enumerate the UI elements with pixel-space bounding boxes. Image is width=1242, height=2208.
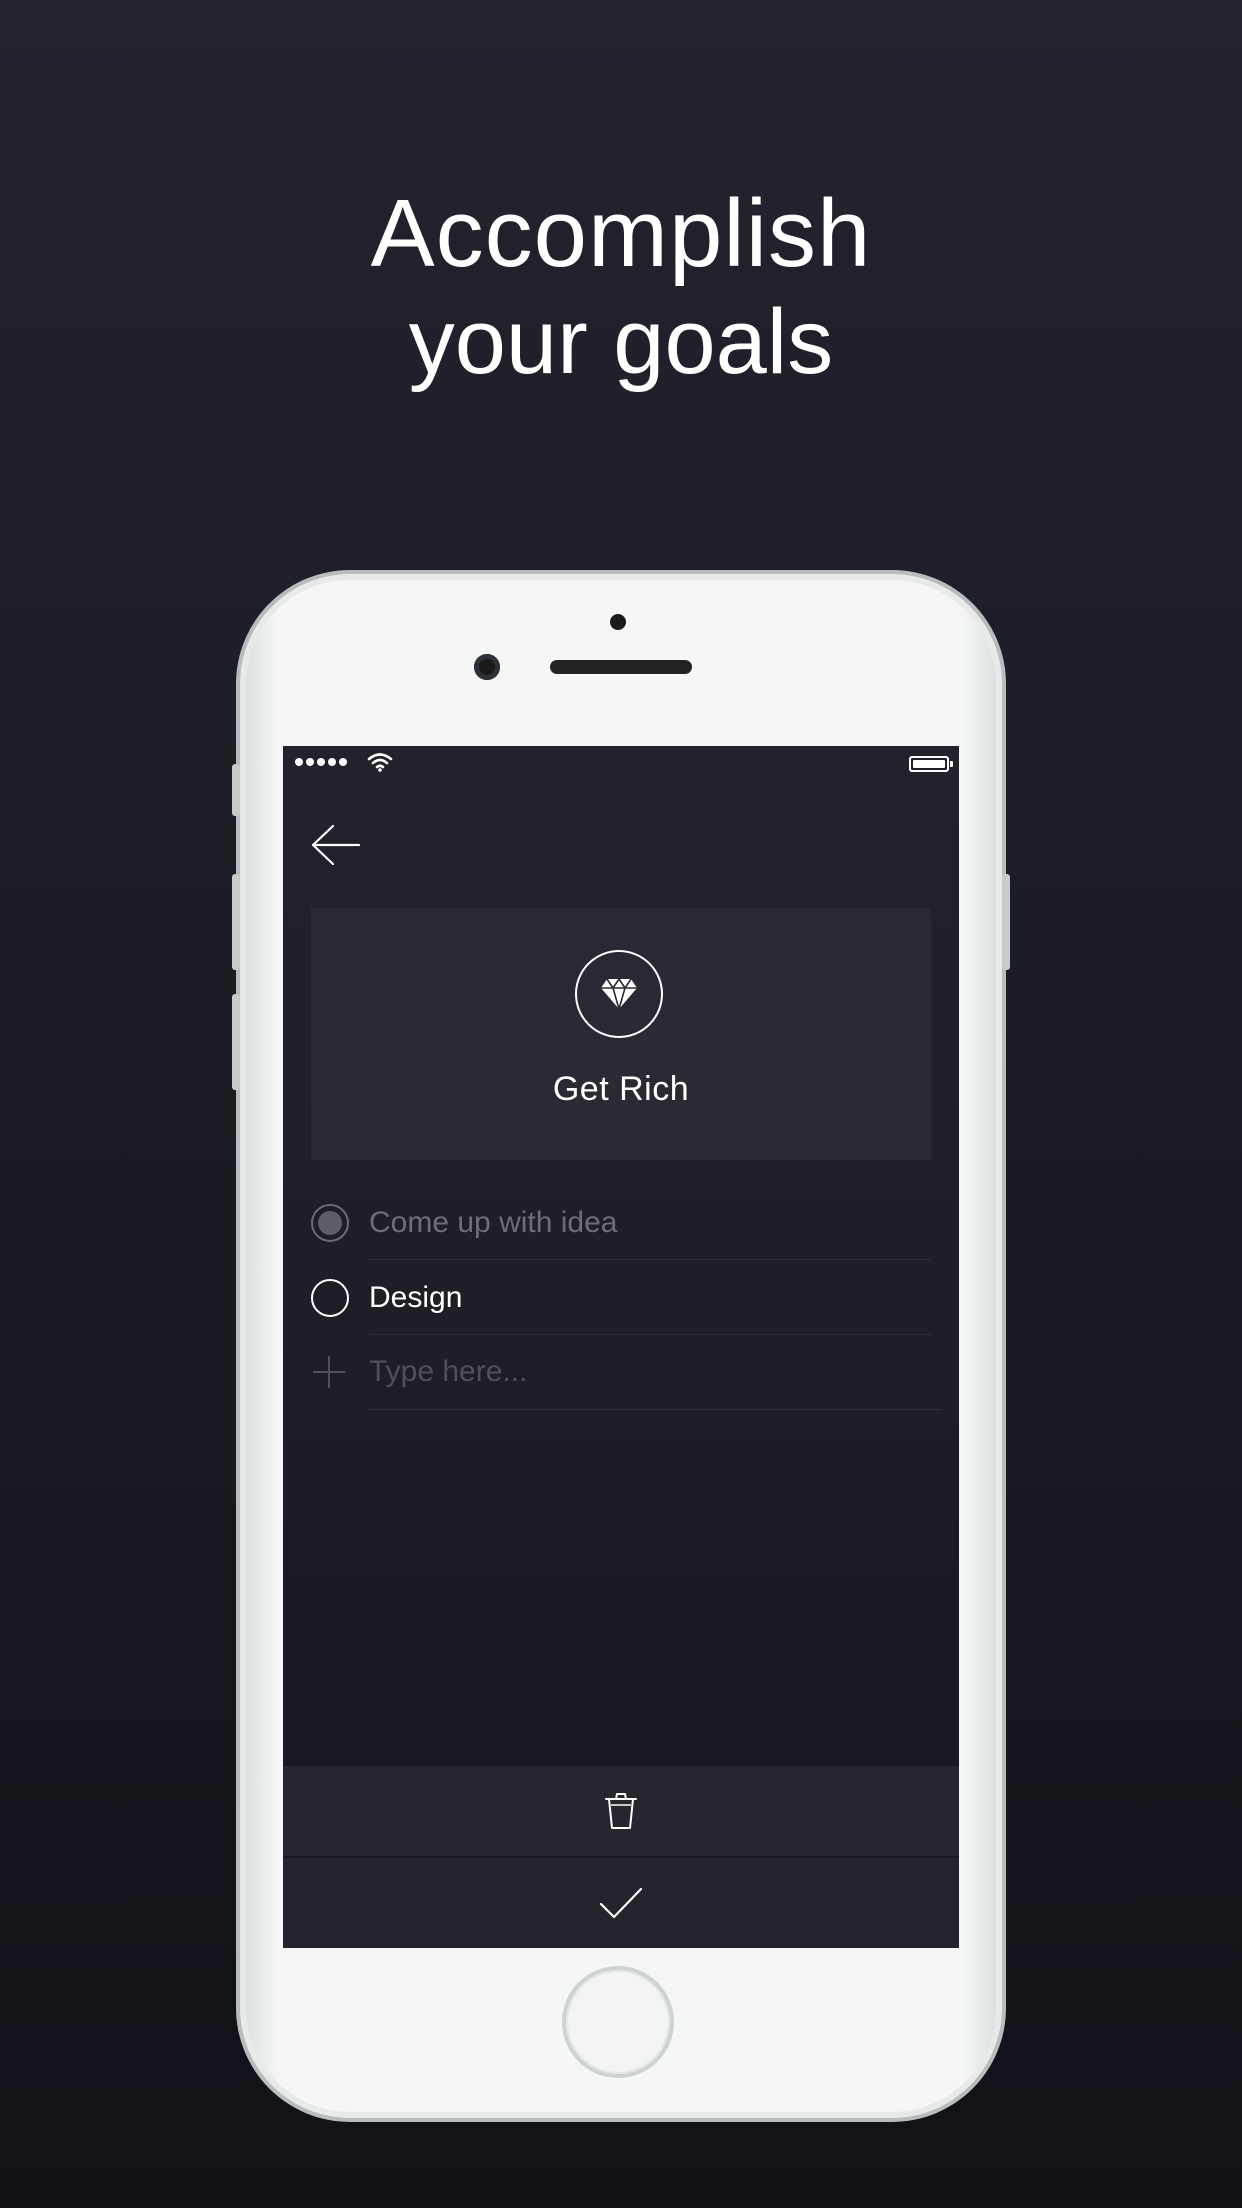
task-checkbox[interactable] <box>311 1279 349 1317</box>
mute-switch <box>232 764 240 816</box>
app-screen: Get Rich Come up with idea Design <box>283 746 959 1948</box>
goal-card[interactable]: Get Rich <box>311 908 931 1160</box>
checkmark-icon <box>599 1887 643 1919</box>
task-row[interactable]: Design <box>311 1261 931 1335</box>
task-row[interactable]: Come up with idea <box>311 1186 931 1260</box>
headline: Accomplish your goals <box>0 180 1242 394</box>
arrow-left-icon[interactable] <box>309 822 363 868</box>
divider <box>369 1259 931 1260</box>
volume-down-button <box>232 994 240 1090</box>
new-task-input[interactable] <box>369 1350 929 1394</box>
task-label: Design <box>369 1281 463 1314</box>
divider <box>369 1409 941 1410</box>
status-bar <box>283 746 959 780</box>
power-button <box>1002 874 1010 970</box>
diamond-icon <box>575 950 663 1038</box>
earpiece-speaker <box>550 660 692 674</box>
wifi-icon <box>367 753 393 772</box>
task-label: Come up with idea <box>369 1206 618 1239</box>
home-button <box>566 1970 670 2074</box>
front-camera <box>474 654 500 680</box>
trash-icon <box>605 1793 637 1829</box>
plus-icon[interactable] <box>311 1354 347 1390</box>
confirm-button[interactable] <box>283 1858 959 1948</box>
volume-up-button <box>232 874 240 970</box>
add-task-row[interactable] <box>311 1336 941 1410</box>
battery-full-icon <box>909 756 953 772</box>
signal-dots-icon <box>295 758 347 766</box>
headline-line-1: Accomplish <box>370 180 872 287</box>
headline-line-2: your goals <box>408 291 834 393</box>
task-checkbox-checked[interactable] <box>311 1204 349 1242</box>
delete-goal-button[interactable] <box>283 1766 959 1856</box>
proximity-sensor <box>610 614 626 630</box>
goal-title: Get Rich <box>552 1070 690 1108</box>
divider <box>369 1334 931 1335</box>
